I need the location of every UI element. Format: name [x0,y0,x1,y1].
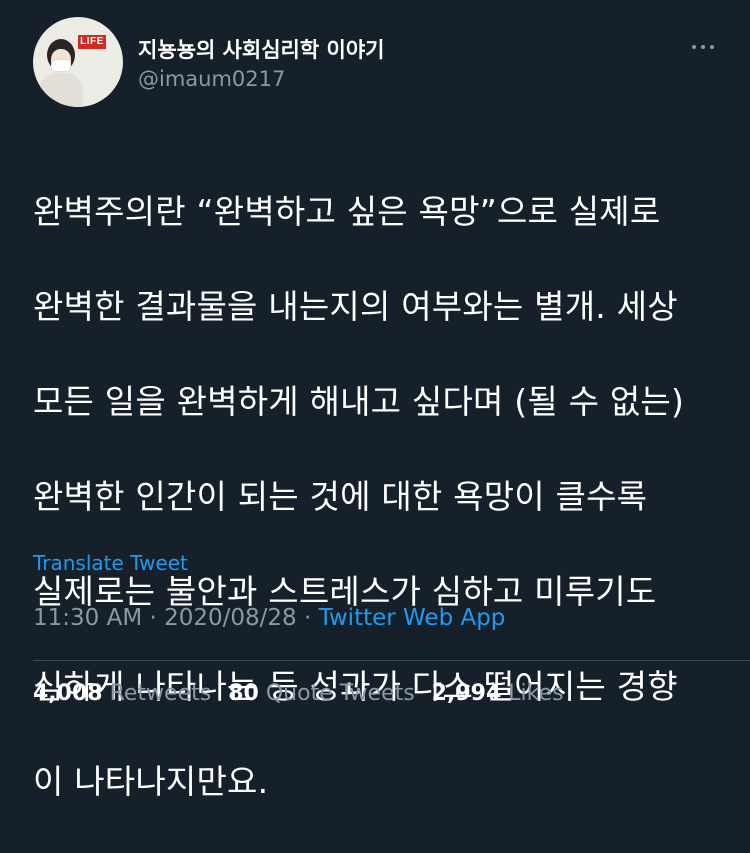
avatar-life-sign: LIFE [78,35,106,49]
tweet-date[interactable]: 2020/08/28 [164,605,297,631]
author-handle[interactable]: @imaum0217 [138,67,285,91]
avatar-body [39,73,83,107]
tweet-text-line: 완벽주의란 “완벽하고 싶은 욕망”으로 실제로 [33,191,661,231]
tweet-time[interactable]: 11:30 AM [33,605,142,631]
divider [33,660,750,661]
tweet-text-line: 완벽한 인간이 되는 것에 대한 욕망이 클수록 [33,476,648,516]
avatar-mask [51,59,71,72]
quote-tweets-count: 80 [228,681,259,706]
tweet-meta: 11:30 AM · 2020/08/28 · Twitter Web App [33,605,505,631]
quote-tweets-stat[interactable]: 80 Quote Tweets [228,681,424,706]
likes-label: Likes [508,681,564,706]
meta-separator: · [304,605,312,631]
more-horizontal-icon-dot [710,45,714,49]
more-horizontal-icon-dot [701,45,705,49]
tweet-source-link[interactable]: Twitter Web App [319,605,506,631]
avatar[interactable]: LIFE [33,17,123,107]
retweets-count: 4,008 [33,681,103,706]
tweet-text-line: 이 나타나지만요. [33,761,269,801]
more-options-button[interactable] [683,35,723,59]
tweet-text: 완벽주의란 “완벽하고 싶은 욕망”으로 실제로 완벽한 결과물을 내는지의 여… [33,140,723,853]
more-horizontal-icon [692,45,696,49]
likes-count: 2,994 [431,681,502,706]
quote-tweets-label: Quote Tweets [265,681,415,706]
retweets-stat[interactable]: 4,008 Retweets [33,681,221,706]
tweet-header: LIFE 지뇽뇽의 사회심리학 이야기 @imaum0217 [33,17,723,107]
retweets-label: Retweets [109,681,212,706]
tweet-text-line: 완벽한 결과물을 내는지의 여부와는 별개. 세상 [33,286,678,326]
translate-tweet-link[interactable]: Translate Tweet [33,551,188,575]
meta-separator: · [149,605,157,631]
tweet-stats: 4,008 Retweets 80 Quote Tweets 2,994 Lik… [33,681,574,706]
author-display-name[interactable]: 지뇽뇽의 사회심리학 이야기 [138,34,384,64]
likes-stat[interactable]: 2,994 Likes [432,681,574,706]
tweet-text-line: 모든 일을 완벽하게 해내고 싶다며 (될 수 없는) [33,381,685,421]
